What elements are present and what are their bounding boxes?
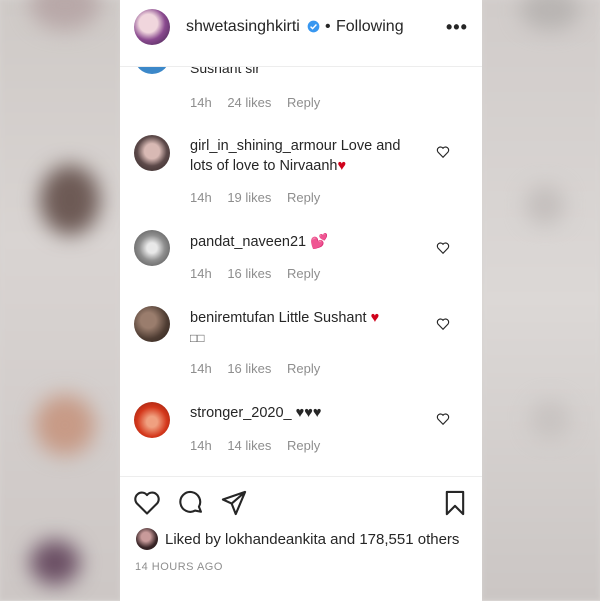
comment-emoji: ♥♥♥: [295, 405, 322, 421]
comment-likes[interactable]: 19 likes: [227, 190, 271, 205]
comment-bubble-icon[interactable]: [177, 489, 205, 517]
comment-text: Little Sushant: [278, 310, 367, 326]
comment-meta: 14h 16 likes Reply: [190, 266, 332, 281]
comment-extra: □□: [190, 331, 205, 345]
comment-likes[interactable]: 16 likes: [227, 361, 271, 376]
reply-button[interactable]: Reply: [287, 190, 320, 205]
comment-likes[interactable]: 14 likes: [227, 438, 271, 453]
like-comment-heart-icon[interactable]: [436, 241, 450, 255]
liked-by-others[interactable]: 178,551 others: [359, 531, 459, 548]
comment-likes[interactable]: 16 likes: [227, 266, 271, 281]
like-heart-icon[interactable]: [133, 489, 161, 517]
comment-username[interactable]: stronger_2020_: [190, 405, 292, 421]
comment-username[interactable]: pandat_naveen21: [190, 234, 306, 250]
comment-username[interactable]: girl_in_shining_armour: [190, 138, 337, 154]
comment-body: stronger_2020_ ♥♥♥: [190, 403, 420, 423]
comment-username[interactable]: beniremtufan: [190, 310, 275, 326]
comment-emoji: ♥: [337, 158, 347, 174]
liked-by-user[interactable]: lokhandeankita: [225, 531, 326, 548]
author-avatar[interactable]: [134, 9, 170, 45]
comment-body: beniremtufan Little Sushant ♥ □□: [190, 308, 420, 348]
share-paper-plane-icon[interactable]: [220, 489, 248, 517]
separator-dot: •: [325, 18, 331, 35]
verified-badge-icon: [307, 20, 320, 33]
comment-meta: 14h 19 likes Reply: [190, 190, 332, 205]
comment-time: 14h: [190, 361, 212, 376]
reply-button[interactable]: Reply: [287, 438, 320, 453]
comment-emoji: 💕: [310, 234, 329, 250]
author-username[interactable]: shwetasinghkirti: [186, 18, 300, 36]
comment-body: girl_in_shining_armour Love and lots of …: [190, 136, 420, 176]
commenter-avatar[interactable]: [134, 402, 170, 438]
comment-meta: 14h 14 likes Reply: [190, 438, 332, 453]
like-comment-heart-icon[interactable]: [436, 145, 450, 159]
following-button[interactable]: Following: [336, 18, 404, 36]
comment-likes[interactable]: 24 likes: [227, 95, 271, 110]
comment-body: pandat_naveen21 💕: [190, 232, 420, 252]
instagram-post-panel: shwetasinghkirti • Following ••• Sushant…: [120, 0, 482, 601]
like-comment-heart-icon[interactable]: [436, 412, 450, 426]
post-header: shwetasinghkirti • Following •••: [120, 0, 482, 67]
like-comment-heart-icon[interactable]: [436, 317, 450, 331]
reply-button[interactable]: Reply: [287, 361, 320, 376]
post-timestamp[interactable]: 14 HOURS AGO: [135, 561, 223, 573]
post-actions: Liked by lokhandeankita and 178,551 othe…: [120, 476, 482, 601]
save-bookmark-icon[interactable]: [441, 489, 469, 517]
liked-by-and: and: [330, 531, 356, 548]
comment-time: 14h: [190, 266, 212, 281]
more-options-icon[interactable]: •••: [446, 17, 468, 38]
comment-emoji: ♥: [370, 310, 380, 326]
comment-meta: 14h 16 likes Reply: [190, 361, 332, 376]
comment-time: 14h: [190, 95, 212, 110]
commenter-avatar[interactable]: [134, 306, 170, 342]
comment-time: 14h: [190, 438, 212, 453]
commenter-avatar[interactable]: [134, 135, 170, 171]
reply-button[interactable]: Reply: [287, 266, 320, 281]
liked-by-prefix: Liked by: [165, 531, 221, 548]
reply-button[interactable]: Reply: [287, 95, 320, 110]
comment-time: 14h: [190, 190, 212, 205]
liker-avatar[interactable]: [136, 528, 158, 550]
liked-by-summary: Liked by lokhandeankita and 178,551 othe…: [165, 531, 459, 548]
comment-meta: 14h 24 likes Reply: [190, 95, 332, 110]
commenter-avatar[interactable]: [134, 230, 170, 266]
